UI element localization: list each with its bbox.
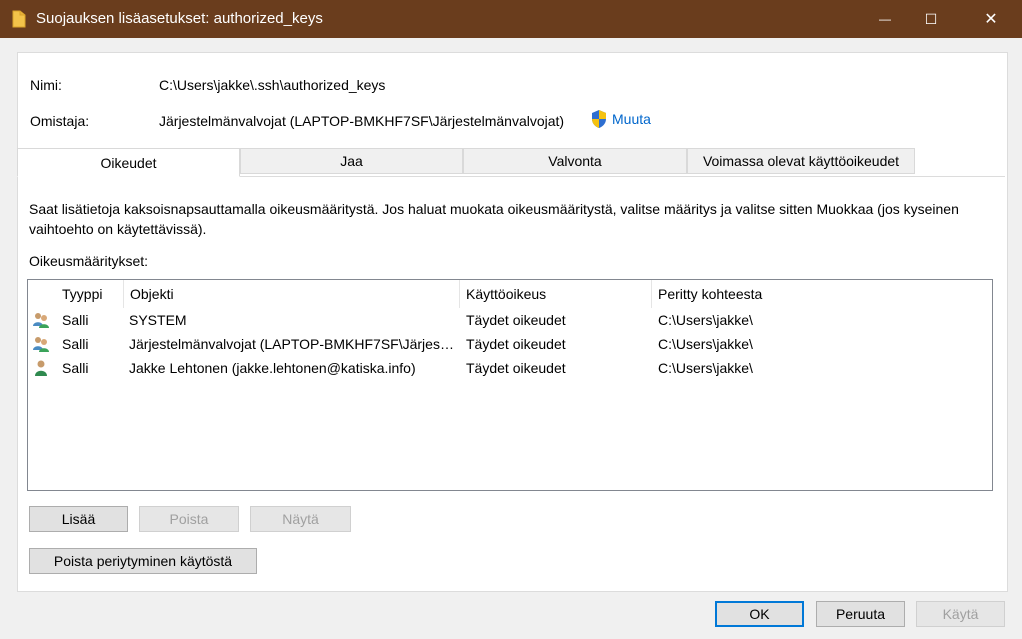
row-type: Salli bbox=[62, 312, 89, 328]
column-header-inherited-from[interactable]: Peritty kohteesta bbox=[652, 280, 990, 308]
row-inherited-from: C:\Users\jakke\ bbox=[658, 312, 753, 328]
row-inherited-from: C:\Users\jakke\ bbox=[658, 360, 753, 376]
window-title: Suojauksen lisäasetukset: authorized_key… bbox=[36, 10, 323, 27]
tab-label: Oikeudet bbox=[100, 154, 157, 171]
group-users-icon bbox=[33, 313, 49, 328]
view-button-label: Näytä bbox=[282, 511, 319, 527]
column-header-label: Tyyppi bbox=[62, 286, 103, 302]
owner-value: Järjestelmänvalvojat (LAPTOP-BMKHF7SF\Jä… bbox=[159, 113, 565, 129]
tab-label: Voimassa olevat käyttöoikeudet bbox=[702, 153, 900, 169]
column-header-type[interactable]: Tyyppi bbox=[56, 280, 124, 308]
row-access: Täydet oikeudet bbox=[466, 360, 566, 376]
permission-entries-label: Oikeusmääritykset: bbox=[29, 253, 149, 269]
permissions-description: Saat lisätietoja kaksoisnapsauttamalla o… bbox=[29, 201, 959, 237]
disable-inheritance-label: Poista periytyminen käytöstä bbox=[53, 553, 233, 569]
cancel-button[interactable]: Peruuta bbox=[816, 601, 905, 627]
apply-button[interactable]: Käytä bbox=[916, 601, 1005, 627]
ok-button[interactable]: OK bbox=[715, 601, 804, 627]
table-row[interactable]: Salli Järjestelmänvalvojat (LAPTOP-BMKHF… bbox=[28, 332, 990, 356]
close-button[interactable]: ✕ bbox=[968, 0, 1014, 38]
column-header-access[interactable]: Käyttöoikeus bbox=[460, 280, 652, 308]
minimize-icon: — bbox=[879, 12, 891, 26]
tab-label: Jaa bbox=[340, 153, 363, 169]
tab-bar: Oikeudet Jaa Valvonta Voimassa olevat kä… bbox=[17, 148, 1005, 177]
permission-entries-list[interactable]: Tyyppi Objekti Käyttöoikeus Peritty koht… bbox=[27, 279, 993, 491]
tab-label: Valvonta bbox=[548, 153, 602, 169]
row-type: Salli bbox=[62, 360, 89, 376]
row-principal: SYSTEM bbox=[129, 312, 187, 328]
table-row[interactable]: Salli Jakke Lehtonen (jakke.lehtonen@kat… bbox=[28, 356, 990, 380]
cancel-button-label: Peruuta bbox=[835, 606, 886, 622]
owner-label: Omistaja: bbox=[30, 113, 90, 129]
name-label: Nimi: bbox=[30, 77, 62, 93]
add-button[interactable]: Lisää bbox=[29, 506, 128, 532]
title-bar: Suojauksen lisäasetukset: authorized_key… bbox=[0, 0, 1022, 38]
ok-button-label: OK bbox=[749, 606, 770, 622]
uac-shield-icon bbox=[592, 110, 606, 128]
column-header-label: Peritty kohteesta bbox=[658, 286, 763, 302]
row-principal: Järjestelmänvalvojat (LAPTOP-BMKHF7SF\Jä… bbox=[129, 336, 454, 352]
tab-permissions[interactable]: Oikeudet bbox=[17, 148, 240, 177]
close-icon: ✕ bbox=[984, 11, 998, 28]
tab-effective-access[interactable]: Voimassa olevat käyttöoikeudet bbox=[687, 148, 915, 174]
row-access: Täydet oikeudet bbox=[466, 336, 566, 352]
disable-inheritance-button[interactable]: Poista periytyminen käytöstä bbox=[29, 548, 257, 574]
row-principal: Jakke Lehtonen (jakke.lehtonen@katiska.i… bbox=[129, 360, 416, 376]
row-access: Täydet oikeudet bbox=[466, 312, 566, 328]
table-row[interactable]: Salli SYSTEM Täydet oikeudet C:\Users\ja… bbox=[28, 308, 990, 332]
remove-button-label: Poista bbox=[169, 511, 209, 527]
view-button[interactable]: Näytä bbox=[250, 506, 351, 532]
remove-button[interactable]: Poista bbox=[139, 506, 239, 532]
maximize-button[interactable]: ☐ bbox=[908, 0, 954, 38]
row-inherited-from: C:\Users\jakke\ bbox=[658, 336, 753, 352]
tab-share[interactable]: Jaa bbox=[240, 148, 463, 174]
apply-button-label: Käytä bbox=[942, 606, 979, 622]
tab-auditing[interactable]: Valvonta bbox=[463, 148, 687, 174]
user-icon bbox=[35, 360, 47, 376]
add-button-label: Lisää bbox=[61, 511, 96, 527]
minimize-button[interactable]: — bbox=[862, 0, 908, 38]
change-owner-link[interactable]: Muuta bbox=[612, 111, 651, 127]
group-users-icon bbox=[33, 337, 49, 352]
folder-icon bbox=[12, 10, 26, 28]
maximize-icon: ☐ bbox=[924, 10, 938, 27]
name-value: C:\Users\jakke\.ssh\authorized_keys bbox=[159, 77, 386, 93]
row-type: Salli bbox=[62, 336, 89, 352]
column-header-principal[interactable]: Objekti bbox=[124, 280, 460, 308]
column-header-label: Käyttöoikeus bbox=[466, 286, 547, 302]
column-header-label: Objekti bbox=[130, 286, 174, 302]
